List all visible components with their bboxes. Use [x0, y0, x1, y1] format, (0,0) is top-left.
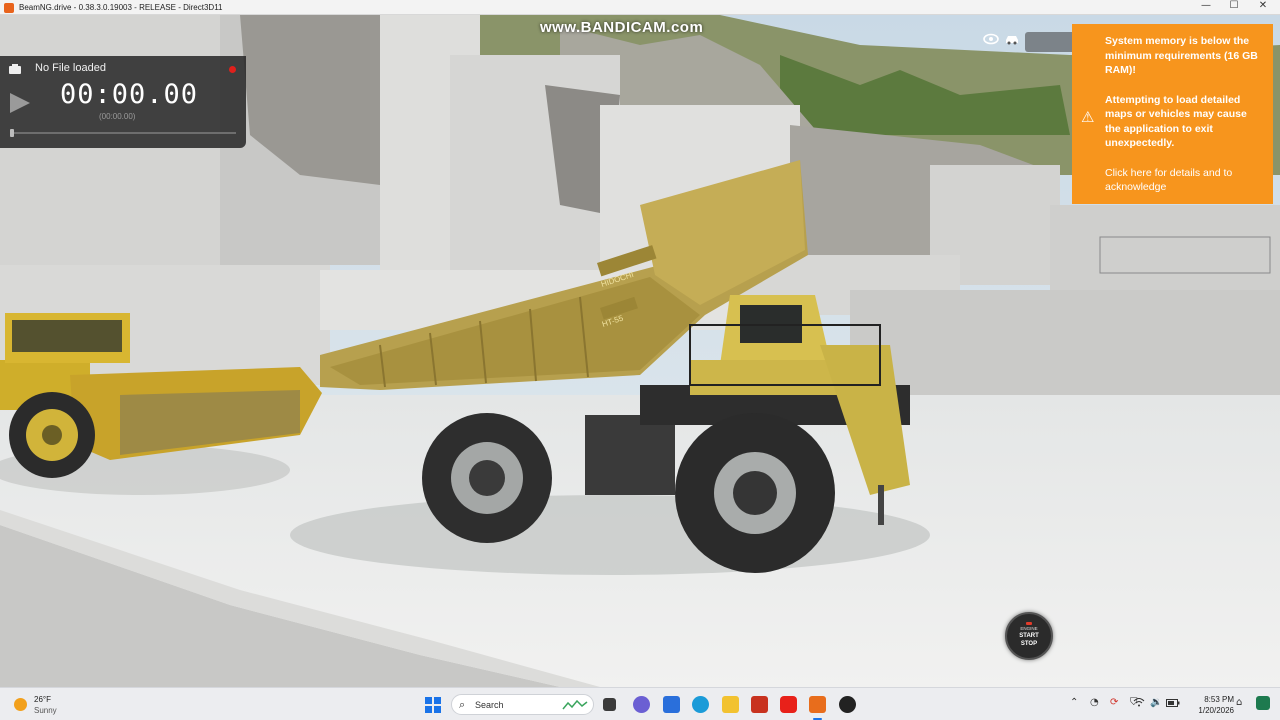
wifi-icon[interactable]	[1133, 696, 1145, 708]
warning-icon: ⚠	[1081, 108, 1095, 126]
tray-sync-icon[interactable]: ⟳	[1110, 697, 1118, 708]
game-viewport[interactable]: HIDOCHI HT-55 www.BANDICAM.com No File l…	[0, 15, 1280, 687]
notification-icon[interactable]: ⌂	[1236, 697, 1242, 708]
eye-icon[interactable]	[982, 33, 1000, 49]
search-highlight-icon	[562, 700, 588, 710]
warning-acknowledge-link[interactable]: Click here for details and to acknowledg…	[1105, 166, 1265, 195]
record-button[interactable]	[229, 66, 236, 73]
search-placeholder: Search	[475, 700, 504, 710]
recorder-app-icon[interactable]	[839, 696, 856, 713]
engine-start-stop-button[interactable]: ENGINE START STOP	[1005, 612, 1053, 660]
replay-progress-knob[interactable]	[10, 129, 14, 137]
engine-label: ENGINE	[1020, 626, 1038, 631]
weather-temperature[interactable]: 26°F	[34, 695, 51, 704]
youtube-app-icon[interactable]	[780, 696, 797, 713]
camera-icon[interactable]	[8, 63, 22, 75]
copilot-icon[interactable]	[1256, 696, 1270, 710]
volume-icon[interactable]: 🔉	[1150, 697, 1162, 708]
beamng-taskbar-icon[interactable]	[809, 696, 826, 720]
windows-taskbar: 26°F Sunny ⌕ Search ⌃ ◔ ⟳ ⛉ 🔉 8:53 PM 1/…	[0, 687, 1280, 720]
weather-description[interactable]: Sunny	[34, 706, 57, 715]
minimize-button[interactable]: —	[1191, 0, 1221, 14]
edge-browser-icon[interactable]	[692, 696, 709, 713]
replay-time-total: (00:00.00)	[99, 112, 136, 121]
replay-time: 00:00.00	[60, 79, 199, 110]
engine-stop-label: STOP	[1020, 641, 1038, 647]
play-button[interactable]	[10, 93, 30, 113]
memory-warning-toast[interactable]: ⚠ System memory is below the minimum req…	[1072, 24, 1273, 204]
taskbar-clock[interactable]: 8:53 PM	[1194, 695, 1234, 704]
taskbar-search-box[interactable]: ⌕ Search	[451, 694, 594, 715]
store-app-icon[interactable]	[663, 696, 680, 713]
chat-app-icon[interactable]	[633, 696, 650, 713]
window-titlebar: BeamNG.drive - 0.38.3.0.19003 - RELEASE …	[0, 0, 1280, 15]
replay-file-label: No File loaded	[35, 62, 106, 74]
sun-icon[interactable]	[14, 698, 27, 711]
beamng-app-icon	[4, 3, 14, 13]
bandicam-app-icon[interactable]	[751, 696, 768, 713]
replay-progress-bar[interactable]	[10, 132, 236, 134]
task-view-icon[interactable]	[603, 698, 616, 711]
warning-message: Attempting to load detailed maps or vehi…	[1105, 93, 1247, 150]
bandicam-watermark: www.BANDICAM.com	[540, 19, 704, 36]
window-title: BeamNG.drive - 0.38.3.0.19003 - RELEASE …	[19, 3, 223, 12]
tray-chevron-icon[interactable]: ⌃	[1070, 697, 1078, 708]
maximize-button[interactable]: ☐	[1219, 0, 1249, 14]
engine-start-label: START	[1019, 633, 1039, 639]
close-button[interactable]: ✕	[1248, 0, 1278, 14]
battery-icon[interactable]	[1166, 699, 1180, 707]
replay-panel: No File loaded 00:00.00 (00:00.00)	[0, 56, 246, 148]
taskbar-date[interactable]: 1/20/2026	[1186, 706, 1234, 715]
engine-indicator	[1026, 622, 1032, 625]
search-icon: ⌕	[459, 698, 466, 711]
car-icon[interactable]	[1003, 33, 1021, 49]
tray-app-icon[interactable]: ◔	[1090, 697, 1099, 708]
windows-start-icon[interactable]	[425, 697, 441, 713]
file-explorer-icon[interactable]	[722, 696, 739, 713]
warning-title: System memory is below the minimum requi…	[1105, 35, 1258, 76]
